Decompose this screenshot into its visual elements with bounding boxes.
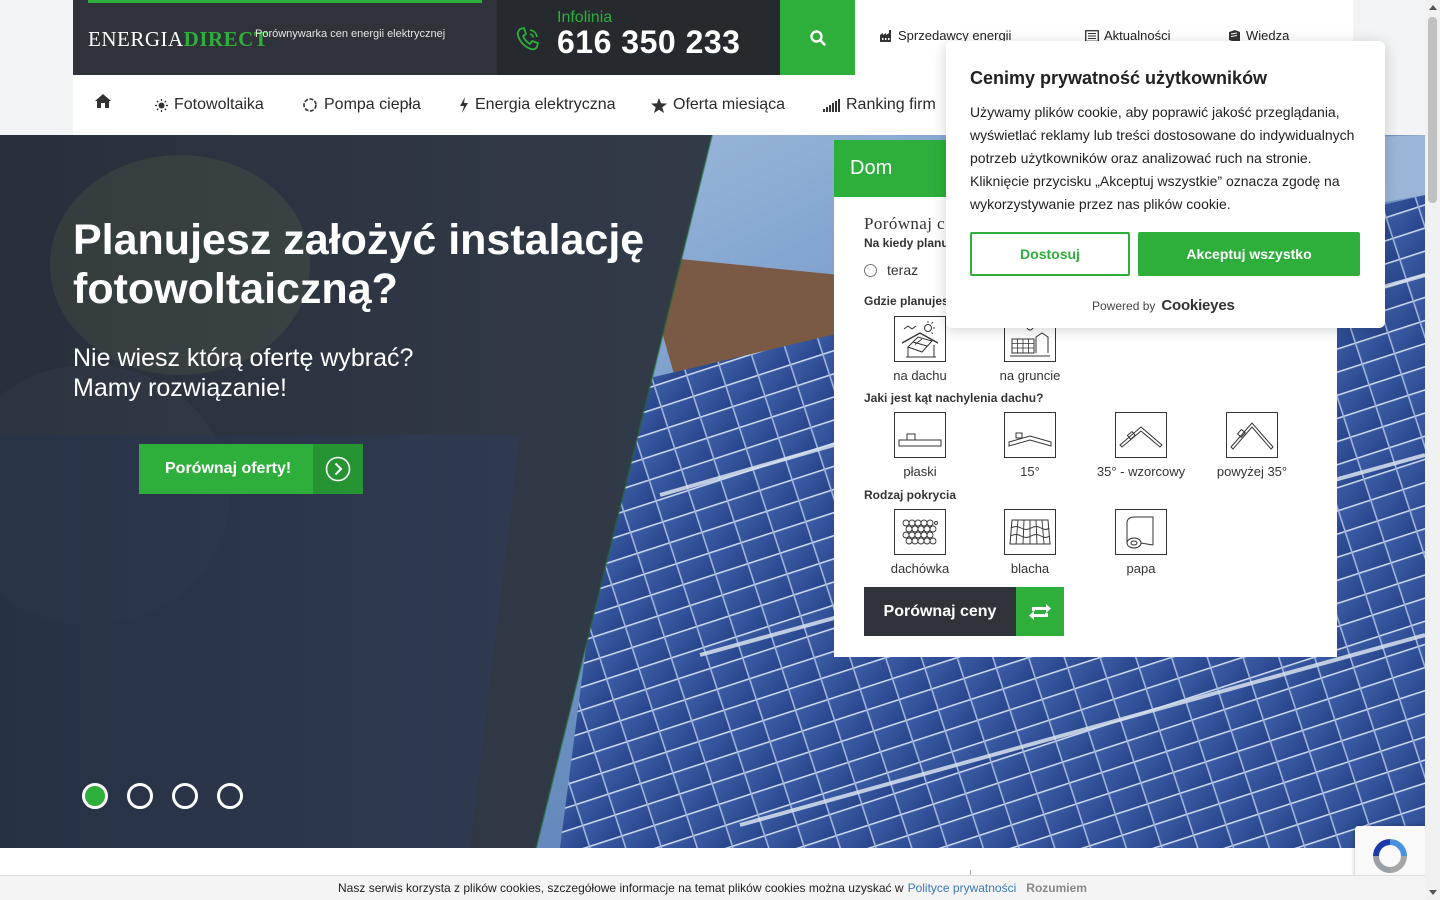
cookie-bar-text: Nasz serwis korzysta z plików cookies, s… bbox=[338, 881, 904, 895]
nav-item-ranking-firm[interactable]: Ranking firm bbox=[823, 75, 936, 135]
accept-all-button[interactable]: Akceptuj wszystko bbox=[1138, 232, 1360, 276]
book-icon bbox=[1229, 29, 1240, 42]
option-label: 15° bbox=[1020, 464, 1040, 479]
slider-dot-4[interactable] bbox=[217, 783, 243, 809]
slider-dot-1[interactable] bbox=[82, 783, 108, 809]
form-title: Porównaj c bbox=[864, 214, 945, 233]
search-icon bbox=[809, 29, 826, 46]
radio-option-now[interactable]: teraz bbox=[864, 262, 918, 278]
option-label: papa bbox=[1126, 561, 1156, 576]
option-15deg[interactable]: 15° bbox=[985, 412, 1075, 479]
privacy-policy-link[interactable]: Polityce prywatności bbox=[908, 881, 1017, 895]
option-35deg[interactable]: 35° - wzorcowy bbox=[1096, 412, 1186, 479]
cookie-consent-modal: Cenimy prywatność użytkowników Używamy p… bbox=[946, 41, 1385, 328]
ranking-icon bbox=[823, 98, 840, 112]
radio-button[interactable] bbox=[864, 263, 877, 277]
slider-dots bbox=[82, 783, 243, 809]
scroll-up-arrow[interactable] bbox=[1425, 0, 1440, 15]
question-where: Gdzie planujesz bbox=[864, 294, 955, 308]
nav-item-label: Pompa ciepła bbox=[324, 96, 421, 113]
option-label: na dachu bbox=[893, 368, 947, 383]
brand-accent-line bbox=[88, 0, 482, 3]
option-label: powyżej 35° bbox=[1216, 464, 1288, 479]
phone-icon bbox=[516, 27, 539, 51]
hero-subtitle-line1: Nie wiesz którą ofertę wybrać? bbox=[73, 344, 414, 372]
option-tiles[interactable]: dachówka bbox=[875, 509, 965, 576]
option-label: blacha bbox=[1010, 561, 1050, 576]
option-sheet-metal[interactable]: blacha bbox=[985, 509, 1075, 576]
cookie-modal-title: Cenimy prywatność użytkowników bbox=[970, 68, 1268, 88]
chevron-right-icon bbox=[313, 444, 363, 494]
logo[interactable]: ENERGIADIRECT bbox=[88, 27, 268, 52]
question-when: Na kiedy planuj bbox=[864, 236, 953, 250]
customize-button[interactable]: Dostosuj bbox=[970, 232, 1130, 276]
logo-part1: ENERGIA bbox=[88, 27, 184, 51]
roof-35-icon bbox=[1115, 412, 1167, 458]
hero-subtitle: Nie wiesz którą ofertę wybrać? Mamy rozw… bbox=[73, 343, 493, 403]
slider-dot-2[interactable] bbox=[127, 783, 153, 809]
nav-item-label: Fotowoltaika bbox=[174, 96, 264, 113]
option-roofing-felt[interactable]: papa bbox=[1096, 509, 1186, 576]
brand-area: ENERGIADIRECT Porównywarka cen energii e… bbox=[73, 0, 497, 75]
flat-roof-icon bbox=[894, 412, 946, 458]
question-roof-angle: Jaki jest kąt nachylenia dachu? bbox=[864, 391, 1044, 405]
search-button[interactable] bbox=[780, 0, 855, 75]
option-label: dachówka bbox=[890, 561, 950, 576]
powered-by: Powered by Cookieyes bbox=[1092, 297, 1235, 314]
refresh-icon bbox=[1016, 587, 1064, 636]
nav-home[interactable] bbox=[95, 94, 111, 113]
understand-button[interactable]: Rozumiem bbox=[1026, 881, 1087, 895]
hero-title: Planujesz założyć instalację fotowoltaic… bbox=[73, 216, 645, 313]
tab-dom[interactable]: Dom bbox=[834, 140, 964, 197]
star-icon bbox=[651, 97, 667, 113]
slider-dot-3[interactable] bbox=[172, 783, 198, 809]
nav-item-oferta-miesiaca[interactable]: Oferta miesiąca bbox=[651, 75, 785, 135]
roofing-felt-icon bbox=[1115, 509, 1167, 555]
scrollbar-thumb[interactable] bbox=[1428, 17, 1437, 203]
scroll-down-arrow[interactable] bbox=[1425, 885, 1440, 900]
infoline-number[interactable]: 616 350 233 bbox=[557, 24, 740, 61]
sun-icon bbox=[155, 98, 168, 112]
option-above-35deg[interactable]: powyżej 35° bbox=[1207, 412, 1297, 479]
heat-pump-icon bbox=[303, 98, 317, 112]
compare-offers-button[interactable]: Porównaj oferty! bbox=[139, 444, 363, 494]
roof-tiles-icon bbox=[894, 509, 946, 555]
nav-item-pompa-ciepla[interactable]: Pompa ciepła bbox=[302, 75, 421, 135]
nav-item-fotowoltaika[interactable]: Fotowoltaika bbox=[155, 75, 264, 135]
factory-icon bbox=[880, 29, 891, 42]
bolt-icon bbox=[460, 97, 468, 113]
scrollbar[interactable] bbox=[1425, 0, 1440, 900]
cookie-modal-text: Używamy plików cookie, aby poprawić jako… bbox=[970, 104, 1355, 212]
nav-item-energia-elektryczna[interactable]: Energia elektryczna bbox=[459, 75, 616, 135]
option-label: 35° - wzorcowy bbox=[1096, 464, 1186, 479]
news-icon bbox=[1085, 29, 1099, 42]
hero-subtitle-line2: Mamy rozwiązanie! bbox=[73, 374, 287, 402]
nav-item-label: Oferta miesiąca bbox=[673, 96, 786, 113]
cookie-notice-bar: Nasz serwis korzysta z plików cookies, s… bbox=[0, 875, 1425, 900]
roof-steep-icon bbox=[1226, 412, 1278, 458]
tagline: Porównywarka cen energii elektrycznej bbox=[255, 28, 446, 40]
nav-item-label: Energia elektryczna bbox=[475, 96, 616, 113]
roof-panels-icon bbox=[894, 316, 946, 362]
compare-prices-button[interactable]: Porównaj ceny bbox=[864, 587, 1064, 636]
compare-offers-label: Porównaj oferty! bbox=[165, 460, 292, 477]
home-icon bbox=[95, 94, 111, 108]
roof-15-icon bbox=[1004, 412, 1056, 458]
cookieyes-logo[interactable]: Cookieyes bbox=[1161, 297, 1234, 314]
recaptcha-icon bbox=[1373, 839, 1407, 873]
nav-item-label: Ranking firm bbox=[846, 96, 936, 113]
question-roof-covering: Rodzaj pokrycia bbox=[864, 488, 957, 502]
compare-prices-label: Porównaj ceny bbox=[883, 602, 997, 620]
option-flat[interactable]: płaski bbox=[875, 412, 965, 479]
powered-by-label: Powered by bbox=[1092, 298, 1156, 313]
option-label: płaski bbox=[903, 464, 937, 479]
option-label: na gruncie bbox=[999, 368, 1061, 383]
radio-label: teraz bbox=[887, 262, 919, 278]
sheet-metal-icon bbox=[1004, 509, 1056, 555]
